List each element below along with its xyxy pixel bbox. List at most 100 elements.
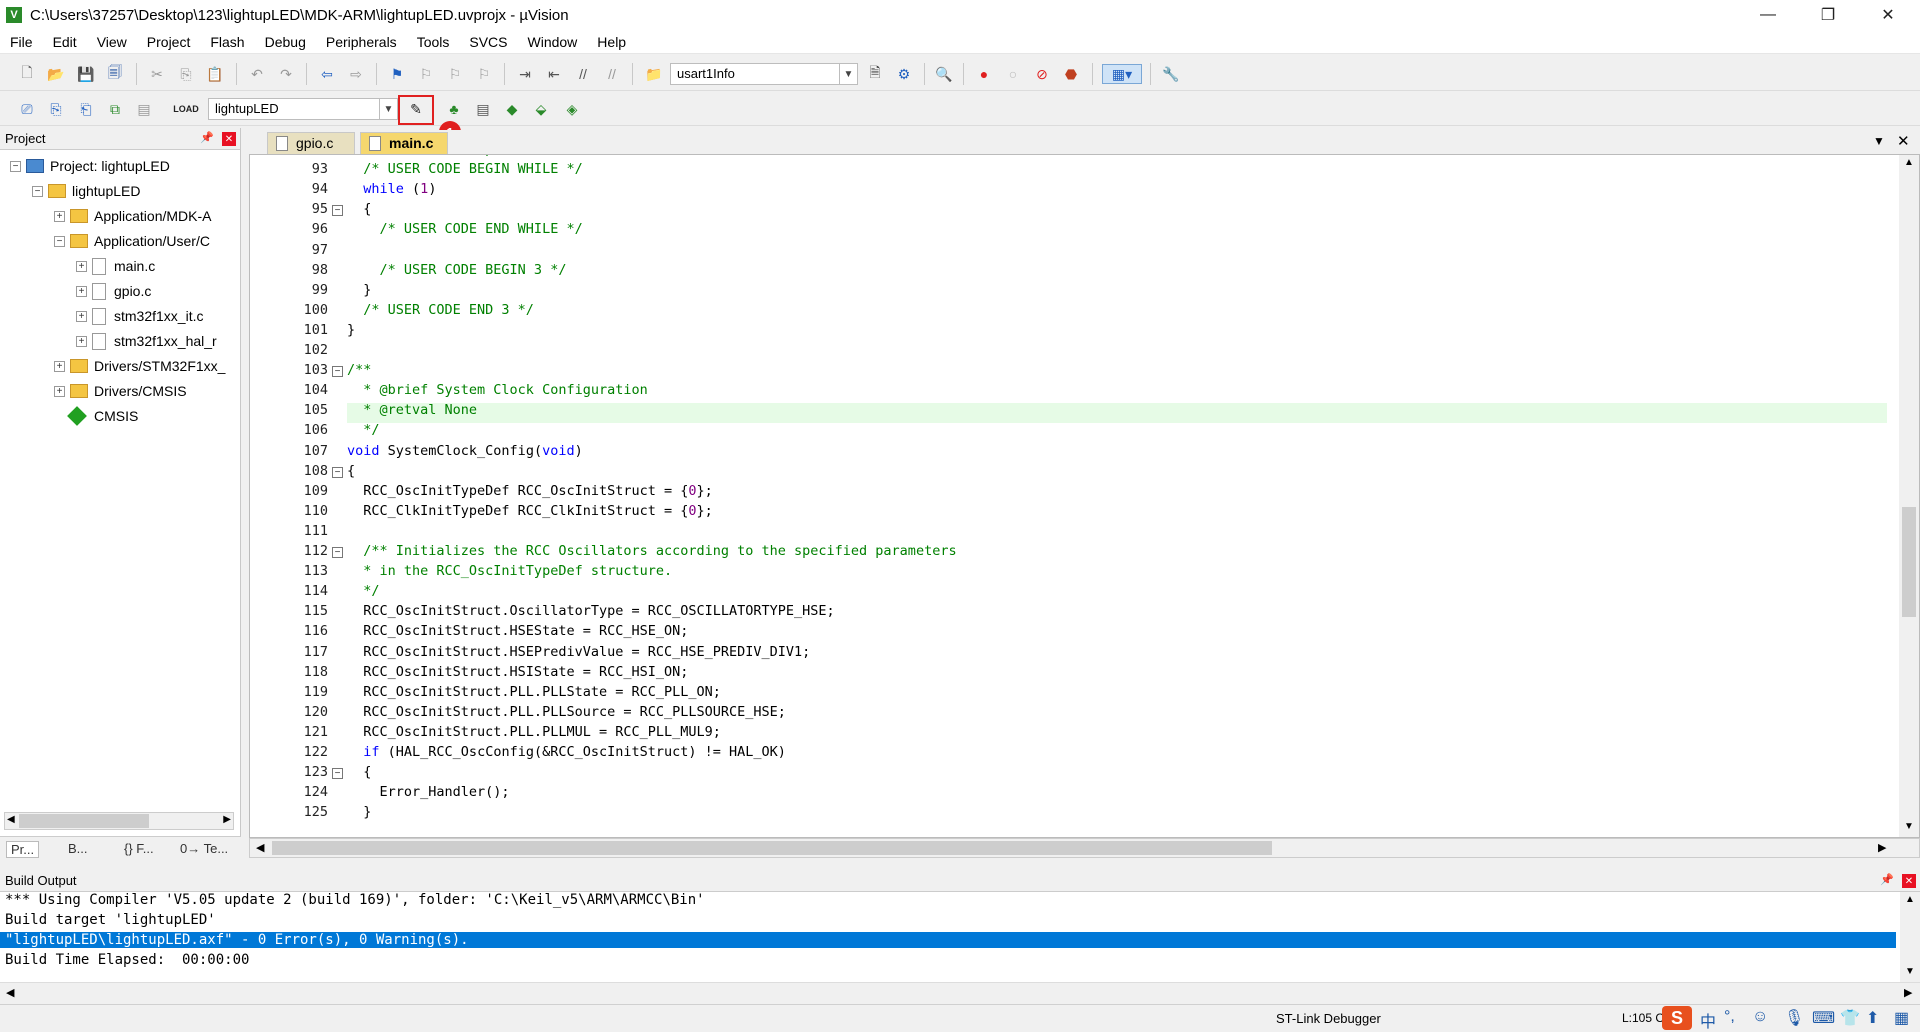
pack-installer-icon[interactable]: ⬙ <box>530 99 552 119</box>
build-output-line[interactable]: Build target 'lightupLED' <box>5 912 216 928</box>
menu-tools[interactable]: Tools <box>407 34 460 50</box>
collapse-icon[interactable]: − <box>54 235 65 247</box>
scroll-left-icon[interactable]: ◀ <box>6 986 14 999</box>
kill-breakpoints-icon[interactable]: ⬣ <box>1060 64 1082 84</box>
tab-project[interactable]: Pr... <box>6 841 40 858</box>
undo-icon[interactable]: ↶ <box>246 64 268 84</box>
tab-main-c[interactable]: main.c <box>360 132 448 154</box>
tree-item[interactable]: − Project: lightupLED <box>10 155 170 177</box>
scroll-thumb[interactable] <box>1902 507 1916 617</box>
select-packs-icon[interactable]: ◆ <box>501 99 523 119</box>
batch-build-icon[interactable]: ⧉ <box>104 99 126 119</box>
code-editor[interactable]: 92 /* Infinite loop */ 93 /* USER CODE BE… <box>249 154 1920 838</box>
download-icon[interactable]: LOAD <box>173 99 199 119</box>
navigate-forward-icon[interactable]: ⇨ <box>345 64 367 84</box>
scroll-thumb[interactable] <box>19 814 149 828</box>
build-output[interactable]: *** Using Compiler 'V5.05 update 2 (buil… <box>0 892 1900 982</box>
minimize-button[interactable]: — <box>1740 0 1796 30</box>
menu-view[interactable]: View <box>87 34 137 50</box>
build-hscrollbar[interactable]: ◀ ▶ <box>0 982 1920 1004</box>
menu-help[interactable]: Help <box>587 34 636 50</box>
stop-build-icon[interactable]: ▤ <box>133 99 155 119</box>
scroll-down-icon[interactable]: ▼ <box>1905 966 1915 977</box>
tree-item[interactable]: − lightupLED <box>32 180 141 202</box>
menu-flash[interactable]: Flash <box>200 34 254 50</box>
breakpoint-icon[interactable]: ● <box>973 64 995 84</box>
find-in-files-icon[interactable]: 📁 <box>643 64 665 84</box>
expand-icon[interactable]: + <box>54 385 65 397</box>
microphone-icon[interactable]: 🎙 <box>1784 1008 1804 1028</box>
expand-icon[interactable]: + <box>76 285 87 297</box>
fold-toggle-icon[interactable]: − <box>332 366 343 378</box>
tree-item[interactable]: + gpio.c <box>76 280 151 302</box>
ime-language[interactable]: 中 <box>1700 1008 1716 1032</box>
run-time-environment-icon[interactable]: ◈ <box>561 99 583 119</box>
window-layout-icon[interactable]: ▦▾ <box>1102 64 1142 84</box>
keyboard-icon[interactable]: ⌨ <box>1812 1008 1835 1028</box>
uncomment-icon[interactable]: // <box>601 64 623 84</box>
incremental-find-icon[interactable]: ⚙ <box>893 64 915 84</box>
comment-icon[interactable]: // <box>572 64 594 84</box>
build-output-line[interactable]: *** Using Compiler 'V5.05 update 2 (buil… <box>5 892 705 908</box>
disable-all-breakpoints-icon[interactable]: ⊘ <box>1031 64 1053 84</box>
tree-item[interactable]: − Application/User/C <box>54 230 210 252</box>
unindent-icon[interactable]: ⇤ <box>543 64 565 84</box>
pin-icon[interactable]: 📌 <box>200 131 214 144</box>
menu-edit[interactable]: Edit <box>43 34 87 50</box>
open-file-icon[interactable]: 📂 <box>45 64 67 84</box>
save-all-icon[interactable]: 🗐 <box>104 64 126 84</box>
clear-bookmarks-icon[interactable]: ⚐ <box>473 64 495 84</box>
chevron-down-icon[interactable]: ▼ <box>379 99 397 119</box>
chevron-down-icon[interactable]: ▼ <box>839 64 857 84</box>
tree-item[interactable]: + stm32f1xx_hal_r <box>76 330 217 352</box>
redo-icon[interactable]: ↷ <box>275 64 297 84</box>
next-bookmark-icon[interactable]: ⚐ <box>444 64 466 84</box>
scroll-right-icon[interactable]: ▶ <box>1878 841 1886 854</box>
prev-bookmark-icon[interactable]: ⚐ <box>415 64 437 84</box>
translate-icon[interactable]: ⎚ <box>16 99 38 119</box>
toolbox-icon[interactable]: ⬆ <box>1866 1008 1879 1028</box>
tab-templates[interactable]: 0→ Te... <box>180 841 228 856</box>
tab-functions[interactable]: {} F... <box>124 841 154 856</box>
target-combo[interactable]: lightupLED ▼ <box>208 98 398 120</box>
scroll-down-icon[interactable]: ▼ <box>1904 821 1914 832</box>
build-icon[interactable]: ⎘ <box>45 99 67 119</box>
build-vscrollbar[interactable]: ▲ ▼ <box>1900 892 1920 982</box>
menu-debug[interactable]: Debug <box>255 34 316 50</box>
disable-breakpoint-icon[interactable]: ○ <box>1002 64 1024 84</box>
manage-components-icon[interactable]: ▤ <box>472 99 494 119</box>
cut-icon[interactable]: ✂ <box>146 64 168 84</box>
scroll-thumb[interactable] <box>272 841 1272 855</box>
expand-icon[interactable]: + <box>76 260 87 272</box>
collapse-icon[interactable]: − <box>32 185 43 197</box>
menu-grid-icon[interactable]: ▦ <box>1894 1008 1909 1028</box>
tree-item[interactable]: + Drivers/STM32F1xx_ <box>54 355 225 377</box>
close-tab-icon[interactable]: ✕ <box>1897 132 1910 150</box>
indent-icon[interactable]: ⇥ <box>514 64 536 84</box>
scroll-left-icon[interactable]: ◀ <box>7 814 15 825</box>
tree-item[interactable]: + main.c <box>76 255 155 277</box>
expand-icon[interactable]: + <box>54 210 65 222</box>
editor-vscrollbar[interactable]: ▲ ▼ <box>1899 155 1919 837</box>
tree-item[interactable]: + stm32f1xx_it.c <box>76 305 203 327</box>
close-window-button[interactable]: ✕ <box>1860 0 1916 30</box>
punctuation-icon[interactable]: °, <box>1724 1008 1735 1026</box>
rebuild-icon[interactable]: ⎗ <box>75 99 97 119</box>
tree-item[interactable]: CMSIS <box>54 405 138 427</box>
sogou-ime-icon[interactable]: S <box>1662 1006 1692 1030</box>
pin-icon[interactable]: 📌 <box>1880 873 1894 886</box>
fold-toggle-icon[interactable]: − <box>332 466 343 478</box>
fold-toggle-icon[interactable]: − <box>332 768 343 780</box>
debug-session-icon[interactable]: 🔍 <box>933 64 955 84</box>
save-icon[interactable]: 💾 <box>75 64 97 84</box>
menu-window[interactable]: Window <box>518 34 588 50</box>
scroll-right-icon[interactable]: ▶ <box>1904 986 1912 999</box>
collapse-icon[interactable]: − <box>10 160 21 172</box>
menu-project[interactable]: Project <box>137 34 201 50</box>
paste-icon[interactable]: 📋 <box>204 64 226 84</box>
tab-gpio-c[interactable]: gpio.c <box>267 132 355 154</box>
scroll-left-icon[interactable]: ◀ <box>256 841 264 854</box>
build-output-line[interactable]: "lightupLED\lightupLED.axf" - 0 Error(s)… <box>0 932 1896 948</box>
project-hscrollbar[interactable]: ◀ ▶ <box>4 812 234 830</box>
find-combo[interactable]: usart1Info ▼ <box>670 63 858 85</box>
